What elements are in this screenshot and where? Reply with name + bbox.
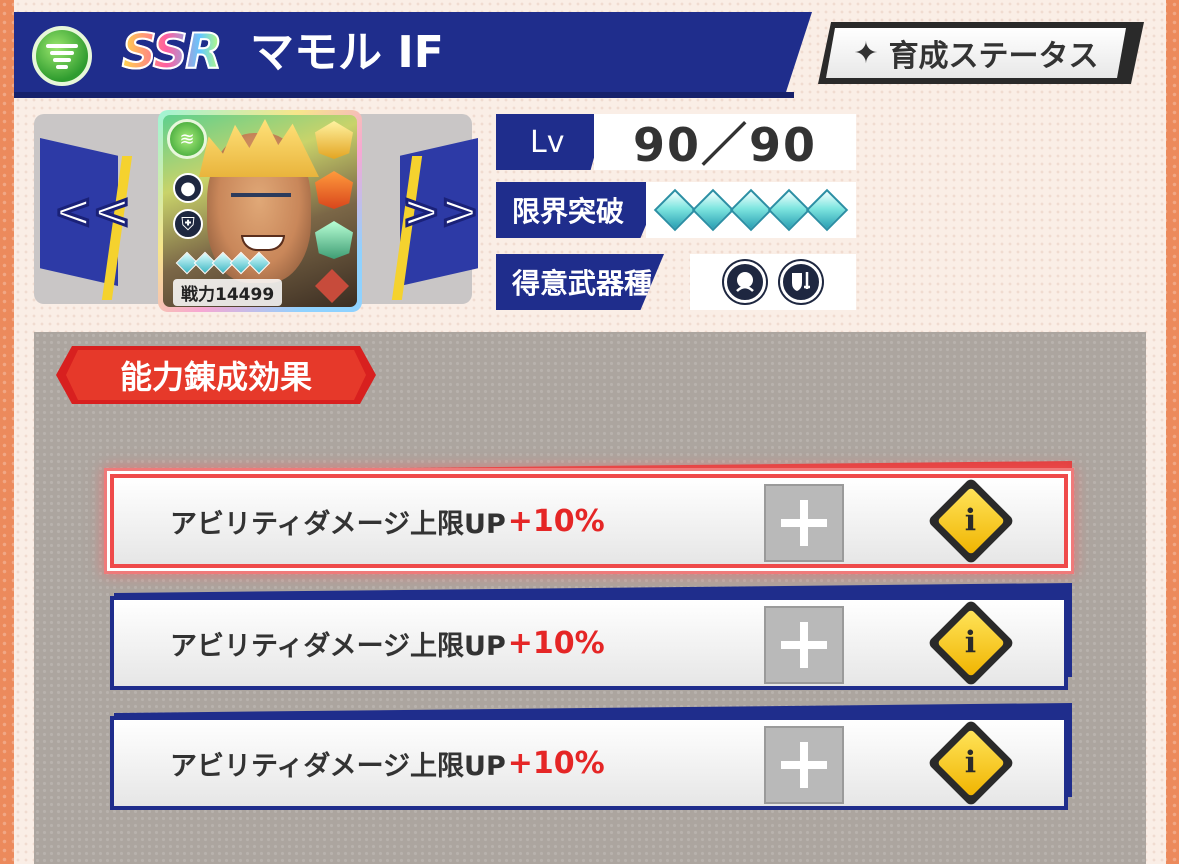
character-eyes xyxy=(231,193,291,199)
training-status-button[interactable]: ✦ 育成ステータス xyxy=(826,28,1126,78)
plus-icon xyxy=(800,622,808,668)
weapon-type-row: 得意武器種 xyxy=(496,254,856,310)
crossed-swords-icon xyxy=(315,269,349,303)
plus-icon xyxy=(800,500,808,546)
info-label: i xyxy=(965,503,977,539)
chevron-double-left-icon[interactable]: << xyxy=(52,185,132,238)
limit-break-diamond-icon xyxy=(805,188,849,232)
ability-bonus: +10% xyxy=(507,625,605,661)
star-gem-icon xyxy=(315,121,353,159)
ability-bonus: +10% xyxy=(507,503,605,539)
rarity-badge: SSR xyxy=(121,23,223,81)
magic-orb-icon: ● xyxy=(173,173,203,203)
info-label: i xyxy=(965,745,977,781)
ability-row[interactable]: アビリティダメージ上限UP +10% i xyxy=(110,702,1072,810)
ability-text: アビリティダメージ上限UP +10% xyxy=(170,596,605,690)
character-name: マモル IF xyxy=(250,27,444,78)
add-ability-button[interactable] xyxy=(764,606,844,684)
fire-gem-icon xyxy=(315,171,353,209)
header-stripe xyxy=(14,92,794,98)
limit-break-diamond-icon xyxy=(767,188,811,232)
magic-orb-icon xyxy=(724,261,766,303)
ability-bonus: +10% xyxy=(507,745,605,781)
level-label: Lv xyxy=(496,114,606,170)
sparkle-icon: ✦ xyxy=(853,35,879,71)
level-value: 90／90 xyxy=(594,114,856,172)
info-label: i xyxy=(965,625,977,661)
ability-text: アビリティダメージ上限UP +10% xyxy=(170,474,605,568)
level-row: Lv 90／90 xyxy=(496,114,856,172)
character-card[interactable]: ≋ ● ⛨ 戦力14499 xyxy=(158,110,362,312)
add-ability-button[interactable] xyxy=(764,484,844,562)
training-status-label: 育成ステータス xyxy=(888,39,1099,74)
character-portrait: ≋ ● ⛨ 戦力14499 xyxy=(163,115,357,307)
wind-element-icon xyxy=(32,26,92,86)
ability-row[interactable]: アビリティダメージ上限UP +10% i xyxy=(110,582,1072,690)
ability-text: アビリティダメージ上限UP +10% xyxy=(170,716,605,810)
character-hair xyxy=(199,119,319,177)
power-label: 戦力14499 xyxy=(173,279,283,306)
limit-break-diamond-icon xyxy=(691,188,735,232)
limit-break-diamond-icon xyxy=(653,188,697,232)
weapon-type-icons xyxy=(690,254,856,310)
limit-break-diamonds xyxy=(175,251,271,275)
sword-shield-icon xyxy=(780,261,822,303)
ability-row[interactable]: アビリティダメージ上限UP +10% i xyxy=(110,460,1072,568)
plus-icon xyxy=(800,742,808,788)
limit-break-diamond-icon xyxy=(729,188,773,232)
section-title: 能力錬成効果 xyxy=(66,350,366,400)
sword-shield-icon: ⛨ xyxy=(173,209,203,239)
ability-name: アビリティダメージ上限UP xyxy=(170,508,506,540)
weapon-type-label: 得意武器種 xyxy=(496,254,664,310)
ability-name: アビリティダメージ上限UP xyxy=(170,750,506,782)
wind-element-icon: ≋ xyxy=(167,119,207,159)
limit-break-row: 限界突破 xyxy=(496,182,856,238)
limit-break-label: 限界突破 xyxy=(496,182,664,238)
wind-gem-icon xyxy=(315,221,353,259)
limit-break-diamonds xyxy=(646,182,856,238)
chevron-double-right-icon[interactable]: >> xyxy=(400,185,480,238)
add-ability-button[interactable] xyxy=(764,726,844,804)
ability-name: アビリティダメージ上限UP xyxy=(170,630,506,662)
